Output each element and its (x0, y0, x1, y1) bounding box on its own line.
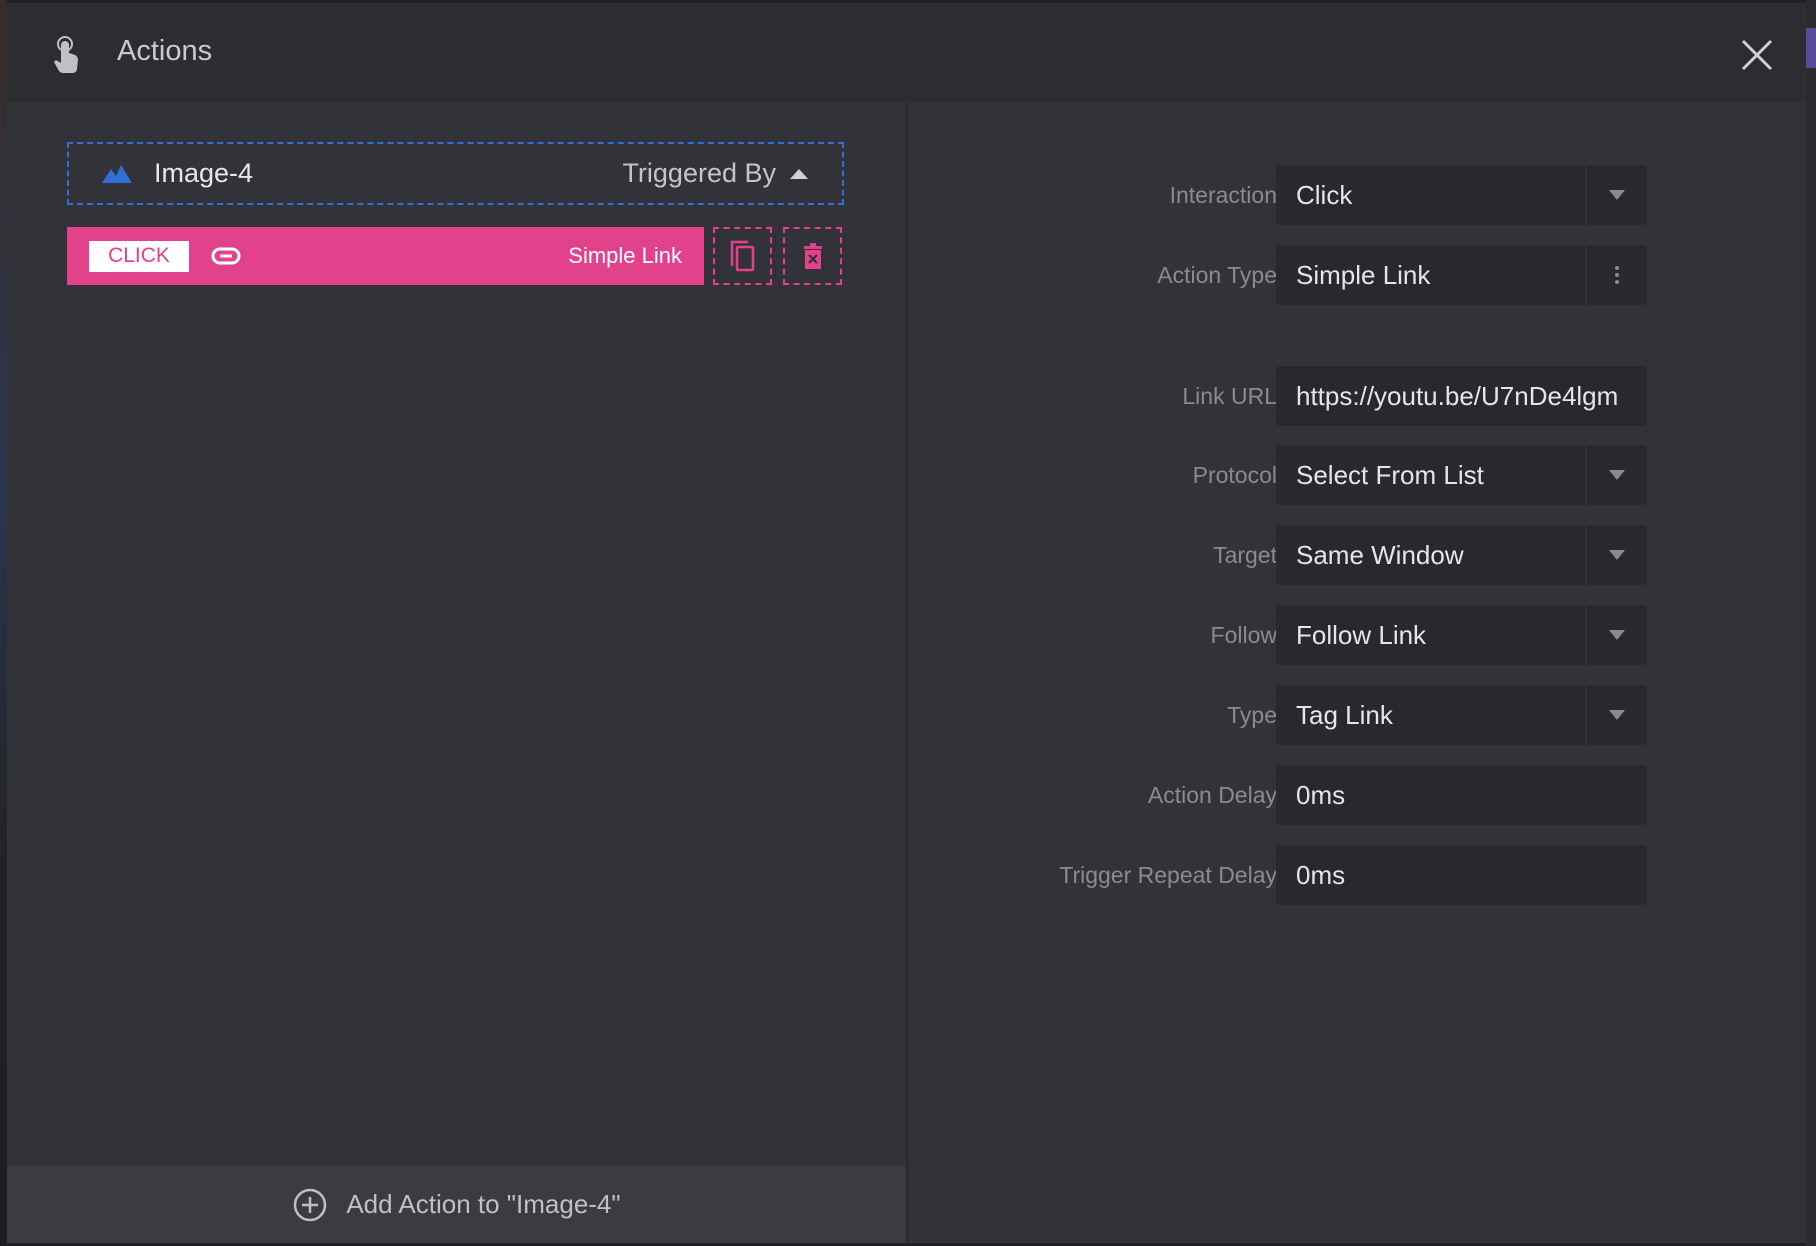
caret-down-icon (1609, 710, 1625, 720)
actions-list-panel: Image-4 Triggered By CLICK Simple Link A… (7, 102, 906, 1243)
action-settings-panel: Interaction Click Action Type Simple Lin… (908, 102, 1806, 1243)
trigger-repeat-delay-row: Trigger Repeat Delay 0ms (908, 845, 1806, 905)
add-action-label: Add Action to "Image-4" (346, 1189, 621, 1219)
protocol-select[interactable]: Select From List (1276, 445, 1647, 505)
dropdown-button[interactable] (1585, 605, 1647, 665)
type-label: Type (1227, 702, 1277, 728)
link-url-label: Link URL (1182, 383, 1277, 409)
link-url-row: Link URL https://youtu.be/U7nDe4lgm (908, 366, 1806, 426)
type-select[interactable]: Tag Link (1276, 685, 1647, 745)
caret-down-icon (1609, 470, 1625, 480)
action-type-value: Simple Link (1296, 260, 1431, 290)
dialog-header: Actions (7, 3, 1806, 102)
follow-value: Follow Link (1296, 620, 1427, 650)
action-type-row: Action Type Simple Link (908, 245, 1806, 305)
trigger-repeat-delay-value: 0ms (1296, 860, 1346, 890)
interaction-label: Interaction (1169, 182, 1277, 208)
protocol-row: Protocol Select From List (908, 445, 1806, 505)
target-value: Same Window (1296, 540, 1464, 570)
image-mountain-icon (102, 164, 132, 183)
action-delay-value: 0ms (1296, 780, 1346, 810)
link-icon (211, 247, 241, 265)
trigger-element-header[interactable]: Image-4 Triggered By (67, 142, 844, 205)
triggered-by-toggle[interactable]: Triggered By (622, 158, 842, 189)
caret-down-icon (1609, 630, 1625, 640)
trigger-repeat-delay-label: Trigger Repeat Delay (1059, 862, 1277, 888)
background-canvas-left (0, 0, 7, 1246)
background-canvas-right (1806, 0, 1816, 1246)
action-type-label: Action Type (1157, 262, 1277, 288)
follow-label: Follow (1210, 622, 1277, 648)
dropdown-button[interactable] (1585, 685, 1647, 745)
interaction-row: Interaction Click (908, 165, 1806, 225)
caret-down-icon (1609, 190, 1625, 200)
caret-up-icon (790, 168, 808, 179)
dialog-title: Actions (117, 35, 213, 67)
target-select[interactable]: Same Window (1276, 525, 1647, 585)
close-icon[interactable] (1735, 33, 1779, 77)
more-vertical-icon (1615, 266, 1619, 284)
delete-action-button[interactable] (783, 227, 842, 285)
action-delay-label: Action Delay (1147, 782, 1277, 808)
duplicate-action-button[interactable] (713, 227, 772, 285)
dropdown-button[interactable] (1585, 525, 1647, 585)
follow-row: Follow Follow Link (908, 605, 1806, 665)
action-item[interactable]: CLICK Simple Link (67, 227, 704, 285)
type-row: Type Tag Link (908, 685, 1806, 745)
copy-icon (730, 240, 754, 272)
action-delay-input[interactable]: 0ms (1276, 765, 1647, 825)
touch-hand-icon (54, 36, 78, 73)
dropdown-button[interactable] (1585, 445, 1647, 505)
background-badge (1806, 28, 1816, 68)
protocol-label: Protocol (1192, 462, 1277, 488)
protocol-value: Select From List (1296, 460, 1484, 490)
target-label: Target (1213, 542, 1277, 568)
interaction-value: Click (1296, 180, 1353, 210)
trash-icon (803, 243, 822, 269)
follow-select[interactable]: Follow Link (1276, 605, 1647, 665)
action-type-select[interactable]: Simple Link (1276, 245, 1647, 305)
trigger-element-name: Image-4 (154, 158, 254, 188)
event-badge: CLICK (89, 240, 189, 272)
dropdown-button[interactable] (1585, 165, 1647, 225)
caret-down-icon (1609, 550, 1625, 560)
trigger-repeat-delay-input[interactable]: 0ms (1276, 845, 1647, 905)
type-value: Tag Link (1296, 700, 1393, 730)
add-action-button[interactable]: Add Action to "Image-4" (7, 1166, 906, 1243)
action-delay-row: Action Delay 0ms (908, 765, 1806, 825)
triggered-by-label: Triggered By (622, 158, 776, 188)
plus-circle-icon (294, 1188, 327, 1221)
interaction-select[interactable]: Click (1276, 165, 1647, 225)
link-url-value: https://youtu.be/U7nDe4lgm (1296, 381, 1619, 411)
actions-dialog: Actions Image-4 Triggered By CLICK Simpl… (7, 3, 1806, 1243)
more-options-button[interactable] (1585, 245, 1647, 305)
target-row: Target Same Window (908, 525, 1806, 585)
action-type-label: Simple Link (568, 243, 682, 268)
link-url-input[interactable]: https://youtu.be/U7nDe4lgm (1276, 366, 1647, 426)
